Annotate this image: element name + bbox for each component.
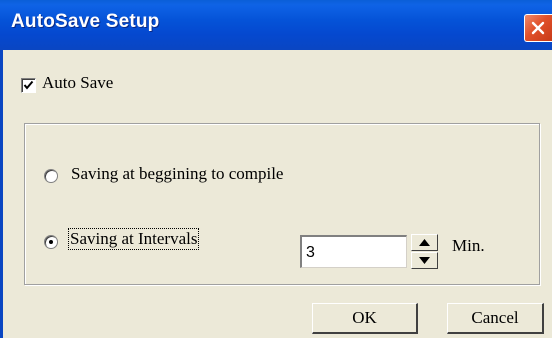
interval-input[interactable]: 3: [300, 235, 407, 268]
title-bar[interactable]: AutoSave Setup: [0, 0, 552, 50]
ok-button[interactable]: OK: [312, 303, 418, 334]
cancel-button[interactable]: Cancel: [447, 303, 544, 334]
auto-save-checkbox[interactable]: [21, 78, 36, 93]
close-button[interactable]: [524, 14, 552, 42]
spin-down-button[interactable]: [411, 252, 438, 269]
interval-unit-label: Min.: [452, 236, 485, 255]
radio-save-at-compile-label[interactable]: Saving at beggining to compile: [71, 164, 283, 184]
radio-selected-dot: [49, 240, 53, 244]
radio-save-at-compile[interactable]: [44, 169, 58, 183]
radio-save-at-intervals[interactable]: [44, 235, 58, 249]
spin-up-button[interactable]: [411, 234, 438, 251]
window-border: [0, 50, 3, 338]
autosave-dialog: AutoSave Setup Auto Save Saving at beggi…: [0, 0, 552, 338]
save-mode-group: [24, 123, 540, 285]
radio-save-at-intervals-label[interactable]: Saving at Intervals: [67, 228, 200, 250]
interval-spinner: [411, 234, 438, 269]
window-title: AutoSave Setup: [11, 11, 160, 32]
auto-save-label[interactable]: Auto Save: [42, 73, 113, 93]
